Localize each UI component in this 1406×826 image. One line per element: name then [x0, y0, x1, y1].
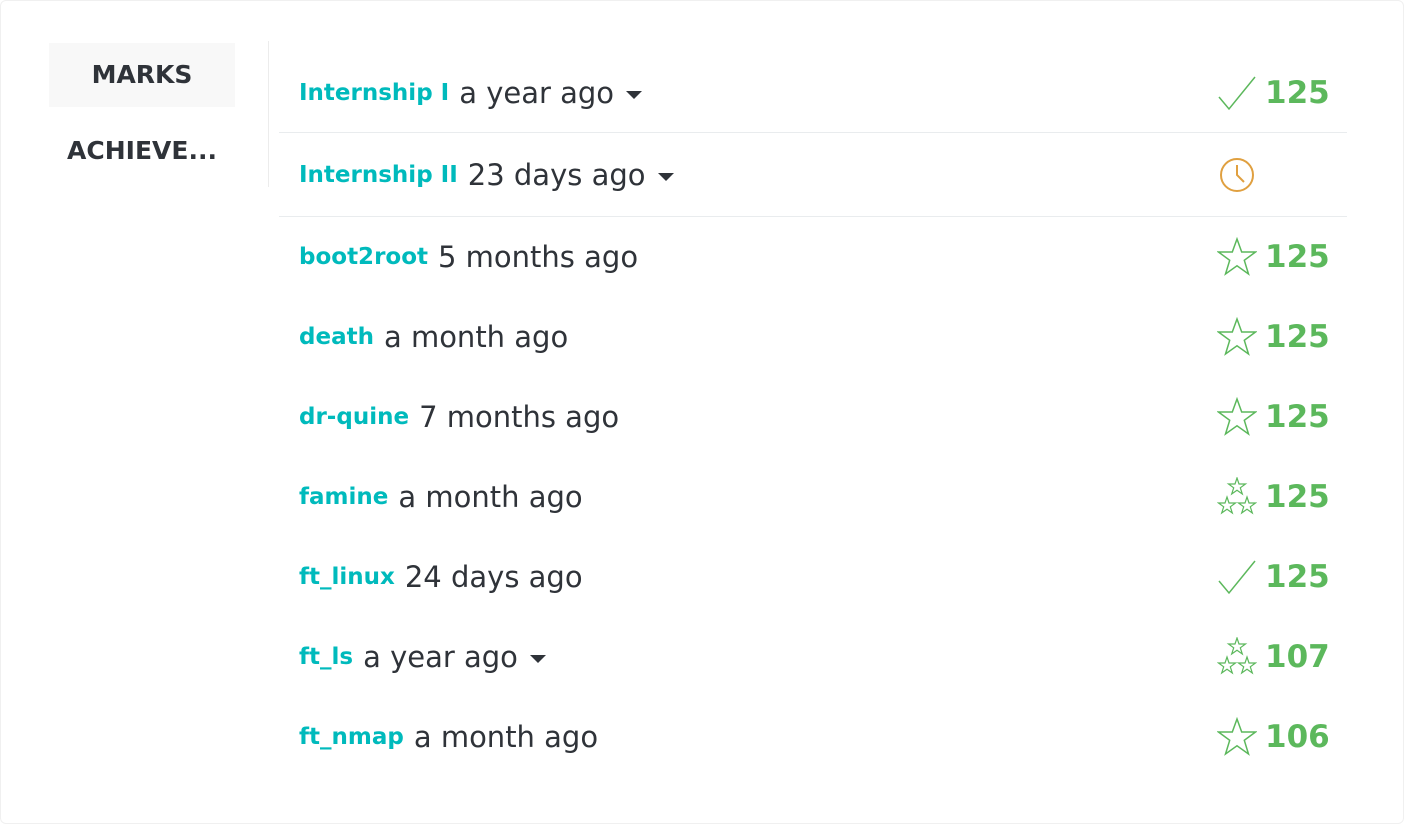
project-mark: 125	[1265, 399, 1330, 435]
marks-card: MARKS ACHIEVE... Internship I a year ago…	[0, 0, 1404, 824]
star-icon	[1217, 397, 1257, 437]
project-link[interactable]: Internship II	[299, 162, 458, 188]
star-icon	[1217, 237, 1257, 277]
project-row: Internship II 23 days ago	[279, 133, 1347, 217]
project-date: 23 days ago	[467, 158, 646, 192]
tab-achievements[interactable]: ACHIEVE...	[49, 119, 235, 183]
three-stars-icon	[1217, 477, 1257, 517]
tab-marks[interactable]: MARKS	[49, 43, 235, 107]
project-link[interactable]: ft_ls	[299, 644, 353, 670]
clock-icon	[1217, 155, 1257, 195]
project-date: 24 days ago	[404, 560, 583, 594]
project-link[interactable]: famine	[299, 484, 388, 510]
star-icon	[1217, 317, 1257, 357]
project-mark: 107	[1265, 639, 1330, 675]
project-mark: 125	[1265, 239, 1330, 275]
project-mark: 106	[1265, 719, 1330, 755]
project-date: a year ago	[363, 640, 518, 674]
project-link[interactable]: ft_nmap	[299, 724, 404, 750]
project-list: Internship I a year ago 125 Internship I…	[279, 57, 1347, 777]
project-row: ft_nmap a month ago 106	[279, 697, 1347, 777]
project-row: death a month ago 125	[279, 297, 1347, 377]
project-row: boot2root 5 months ago 125	[279, 217, 1347, 297]
project-row: ft_linux 24 days ago 125	[279, 537, 1347, 617]
project-date: a year ago	[459, 76, 615, 110]
chevron-down-icon[interactable]	[529, 655, 546, 663]
project-mark: 125	[1265, 75, 1330, 111]
star-icon	[1217, 717, 1257, 757]
side-nav: MARKS ACHIEVE...	[49, 41, 269, 187]
project-mark: 125	[1265, 479, 1330, 515]
chevron-down-icon[interactable]	[626, 91, 643, 99]
project-date: a month ago	[413, 720, 599, 754]
three-stars-icon	[1217, 637, 1257, 677]
project-row: dr-quine 7 months ago 125	[279, 377, 1347, 457]
project-link[interactable]: boot2root	[299, 244, 428, 270]
project-date: a month ago	[398, 480, 583, 514]
project-link[interactable]: death	[299, 324, 374, 350]
project-row: ft_ls a year ago 107	[279, 617, 1347, 697]
project-date: a month ago	[383, 320, 569, 354]
project-mark: 125	[1265, 319, 1330, 355]
chevron-down-icon[interactable]	[657, 173, 674, 181]
project-row: famine a month ago 125	[279, 457, 1347, 537]
project-date: 7 months ago	[419, 400, 620, 434]
project-link[interactable]: dr-quine	[299, 404, 409, 430]
project-row: Internship I a year ago 125	[279, 57, 1347, 133]
project-mark: 125	[1265, 559, 1330, 595]
check-icon	[1217, 73, 1257, 113]
project-date: 5 months ago	[438, 240, 639, 274]
check-icon	[1217, 557, 1257, 597]
project-link[interactable]: ft_linux	[299, 564, 395, 590]
project-link[interactable]: Internship I	[299, 80, 449, 106]
